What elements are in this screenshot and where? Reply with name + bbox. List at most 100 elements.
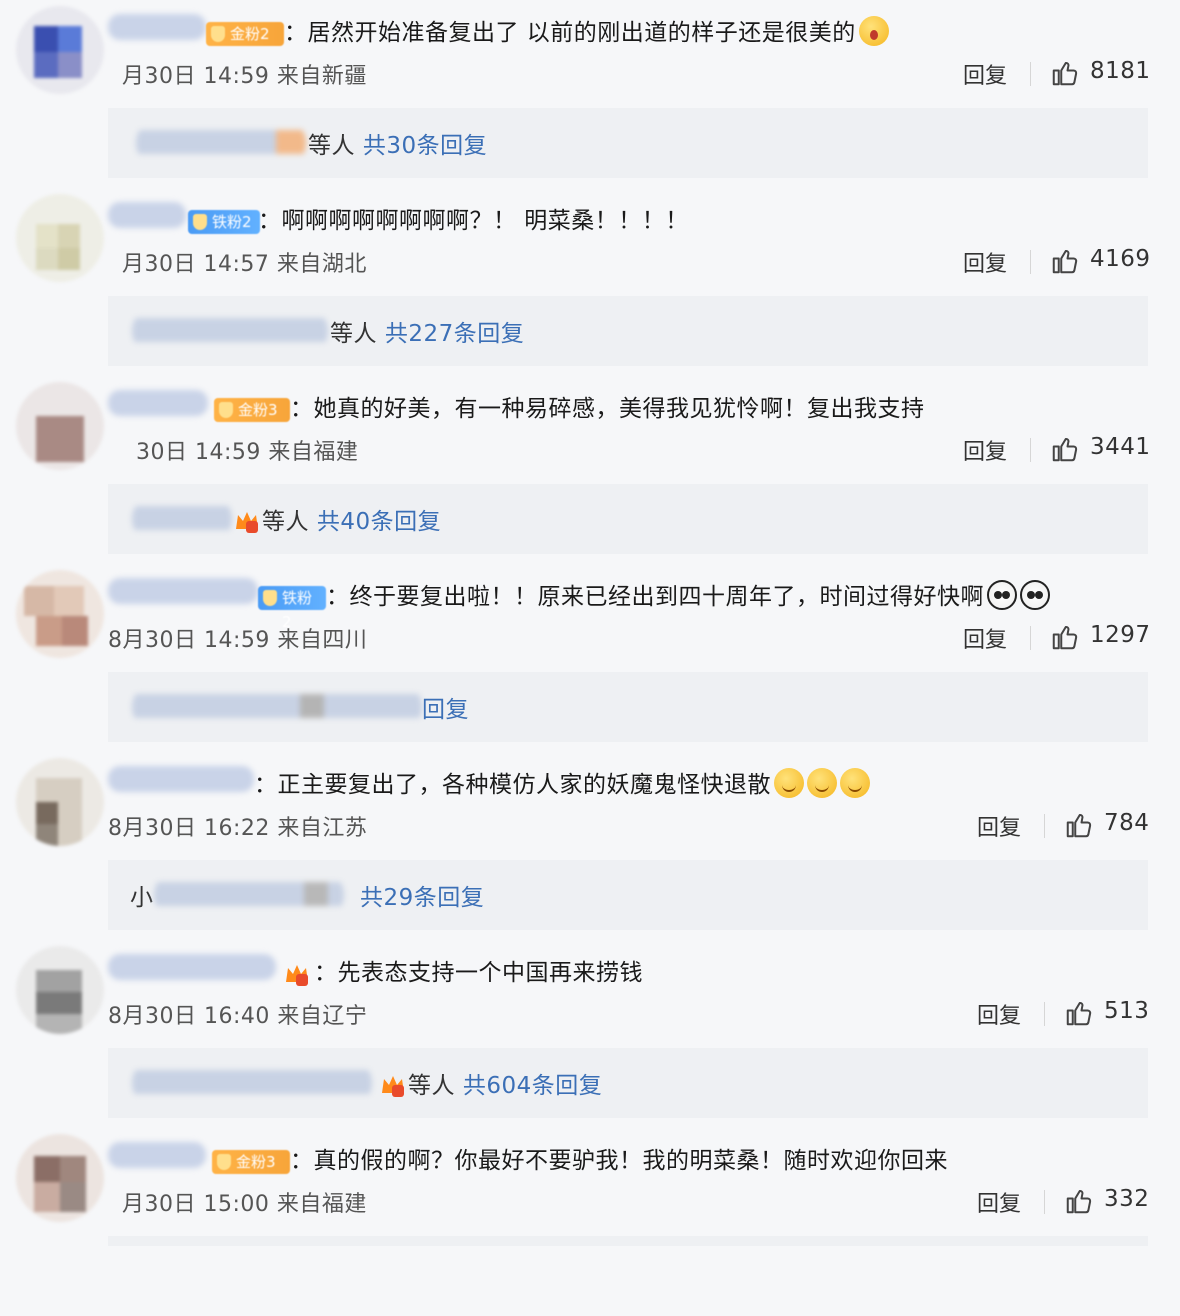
username[interactable] bbox=[108, 1142, 206, 1168]
fan-crown-icon bbox=[282, 960, 312, 988]
thumbs-up-icon[interactable] bbox=[1064, 998, 1094, 1028]
avatar[interactable] bbox=[16, 758, 104, 846]
reply-summary-text: 回复 bbox=[422, 690, 469, 724]
comment-item: 金粉3 ：她真的好美，有一种易碎感，美得我见犹怜啊！复出我支持 30日 14:5… bbox=[0, 376, 1180, 564]
fan-crown-icon bbox=[232, 507, 262, 535]
comment-item: ：先表态支持一个中国再来捞钱 8月30日 16:40 来自辽宁 回复 513 等… bbox=[0, 940, 1180, 1128]
fan-badge: 金粉3 bbox=[212, 1150, 290, 1174]
reply-summary[interactable]: 等人 共227条回复 bbox=[108, 296, 1148, 366]
like-count: 8181 bbox=[1090, 58, 1151, 84]
reply-usernames bbox=[132, 498, 232, 540]
view-replies-link[interactable]: 共40条回复 bbox=[317, 509, 441, 535]
reply-summary[interactable]: 等人 共604条回复 bbox=[108, 1048, 1148, 1118]
avatar[interactable] bbox=[16, 382, 104, 470]
reply-usernames bbox=[132, 310, 328, 352]
comment-meta: 30日 14:59 来自福建 bbox=[136, 440, 359, 465]
comment-item: ：正主要复出了，各种模仿人家的妖魔鬼怪快退散 8月30日 16:22 来自江苏 … bbox=[0, 752, 1180, 940]
divider bbox=[1030, 62, 1031, 86]
thumbs-up-icon[interactable] bbox=[1064, 810, 1094, 840]
fan-crown-icon bbox=[378, 1071, 408, 1099]
fan-badge: 金粉3 bbox=[214, 398, 290, 422]
comment-meta: 月30日 14:59 来自新疆 bbox=[122, 64, 367, 89]
reply-usernames bbox=[154, 874, 344, 916]
username[interactable] bbox=[108, 390, 208, 416]
reply-button[interactable]: 回复 bbox=[977, 998, 1021, 1030]
reply-button[interactable]: 回复 bbox=[977, 810, 1021, 842]
smile-emoji-icon bbox=[840, 768, 870, 798]
reply-summary-text: 等人 共40条回复 bbox=[232, 502, 441, 536]
reply-summary[interactable]: 等人 共30条回复 bbox=[108, 108, 1148, 178]
view-replies-link[interactable]: 回复 bbox=[422, 697, 469, 723]
comment-text: ：居然开始准备复出了 以前的刚出道的样子还是很美的 bbox=[284, 16, 889, 50]
reply-summary-text: 等人 共604条回复 bbox=[378, 1066, 602, 1100]
smile-emoji-icon bbox=[807, 768, 837, 798]
surprised-emoji-icon bbox=[858, 16, 889, 46]
fan-badge: 金粉2 bbox=[206, 22, 284, 46]
username[interactable] bbox=[108, 954, 276, 980]
avatar[interactable] bbox=[16, 946, 104, 1034]
panda-emoji-icon bbox=[987, 580, 1017, 610]
username[interactable] bbox=[108, 766, 254, 792]
fan-badge: 铁粉2 bbox=[188, 210, 260, 234]
reply-usernames bbox=[132, 686, 422, 728]
reply-prefix: 小 bbox=[130, 885, 154, 911]
reply-summary-text: 等人 共227条回复 bbox=[330, 321, 525, 347]
view-replies-link[interactable]: 共30条回复 bbox=[363, 133, 487, 159]
comment-item: 铁粉2 ：终于要复出啦！！原来已经出到四十周年了，时间过得好快啊 8月30日 1… bbox=[0, 564, 1180, 752]
username[interactable] bbox=[108, 578, 258, 604]
view-replies-link[interactable]: 共604条回复 bbox=[463, 1073, 602, 1099]
avatar[interactable] bbox=[16, 570, 104, 658]
avatar[interactable] bbox=[16, 1134, 104, 1222]
smile-emoji-icon bbox=[774, 768, 804, 798]
comment-item: 金粉3 ：真的假的啊？你最好不要驴我！我的明菜桑！随时欢迎你回来 月30日 15… bbox=[0, 1128, 1180, 1316]
comment-meta: 8月30日 16:40 来自辽宁 bbox=[108, 1004, 368, 1029]
comment-text: ：啊啊啊啊啊啊啊啊？！ 明菜桑！！！！ bbox=[258, 208, 689, 234]
reply-summary-text: 等人 共30条回复 bbox=[308, 133, 488, 159]
comment-item: 铁粉2 ：啊啊啊啊啊啊啊啊？！ 明菜桑！！！！ 月30日 14:57 来自湖北 … bbox=[0, 188, 1180, 376]
reply-button[interactable]: 回复 bbox=[963, 622, 1007, 654]
avatar[interactable] bbox=[16, 6, 104, 94]
reply-button[interactable]: 回复 bbox=[963, 246, 1007, 278]
like-count: 784 bbox=[1104, 810, 1150, 836]
reply-summary[interactable]: 等人 共40条回复 bbox=[108, 484, 1148, 554]
divider bbox=[1044, 1190, 1045, 1214]
comment-meta: 月30日 14:57 来自湖北 bbox=[122, 252, 367, 277]
divider bbox=[1044, 1002, 1045, 1026]
thumbs-up-icon[interactable] bbox=[1050, 622, 1080, 652]
comment-item: 金粉2 ：居然开始准备复出了 以前的刚出道的样子还是很美的 月30日 14:59… bbox=[0, 0, 1180, 188]
view-replies-link[interactable]: 共227条回复 bbox=[385, 321, 524, 347]
comment-text: ：她真的好美，有一种易碎感，美得我见犹怜啊！复出我支持 bbox=[290, 396, 925, 422]
view-replies-link[interactable]: 共29条回复 bbox=[360, 885, 484, 911]
comment-text: ：正主要复出了，各种模仿人家的妖魔鬼怪快退散 bbox=[254, 768, 870, 802]
divider bbox=[1044, 814, 1045, 838]
thumbs-up-icon[interactable] bbox=[1064, 1186, 1094, 1216]
like-count: 3441 bbox=[1090, 434, 1151, 460]
reply-usernames bbox=[136, 122, 306, 164]
comment-text: ：真的假的啊？你最好不要驴我！我的明菜桑！随时欢迎你回来 bbox=[290, 1148, 948, 1174]
reply-summary[interactable]: 回复 bbox=[108, 672, 1148, 742]
thumbs-up-icon[interactable] bbox=[1050, 246, 1080, 276]
thumbs-up-icon[interactable] bbox=[1050, 434, 1080, 464]
username[interactable] bbox=[108, 202, 186, 228]
divider bbox=[1030, 438, 1031, 462]
comment-meta: 8月30日 16:22 来自江苏 bbox=[108, 816, 368, 841]
divider bbox=[1030, 250, 1031, 274]
thumbs-up-icon[interactable] bbox=[1050, 58, 1080, 88]
reply-summary-partial bbox=[108, 1236, 1148, 1246]
fan-badge: 铁粉2 bbox=[258, 586, 326, 631]
like-count: 4169 bbox=[1090, 246, 1151, 272]
comment-meta: 8月30日 14:59 来自四川 bbox=[108, 628, 368, 653]
like-count: 513 bbox=[1104, 998, 1150, 1024]
reply-summary[interactable]: 小 共29条回复 bbox=[108, 860, 1148, 930]
like-count: 332 bbox=[1104, 1186, 1150, 1212]
like-count: 1297 bbox=[1090, 622, 1151, 648]
avatar[interactable] bbox=[16, 194, 104, 282]
reply-button[interactable]: 回复 bbox=[963, 58, 1007, 90]
reply-button[interactable]: 回复 bbox=[963, 434, 1007, 466]
comment-text: ：先表态支持一个中国再来捞钱 bbox=[314, 960, 643, 986]
reply-button[interactable]: 回复 bbox=[977, 1186, 1021, 1218]
reply-usernames bbox=[132, 1062, 372, 1104]
username[interactable] bbox=[108, 14, 206, 40]
comment-meta: 月30日 15:00 来自福建 bbox=[122, 1192, 367, 1217]
reply-summary-text: 共29条回复 bbox=[360, 878, 484, 912]
